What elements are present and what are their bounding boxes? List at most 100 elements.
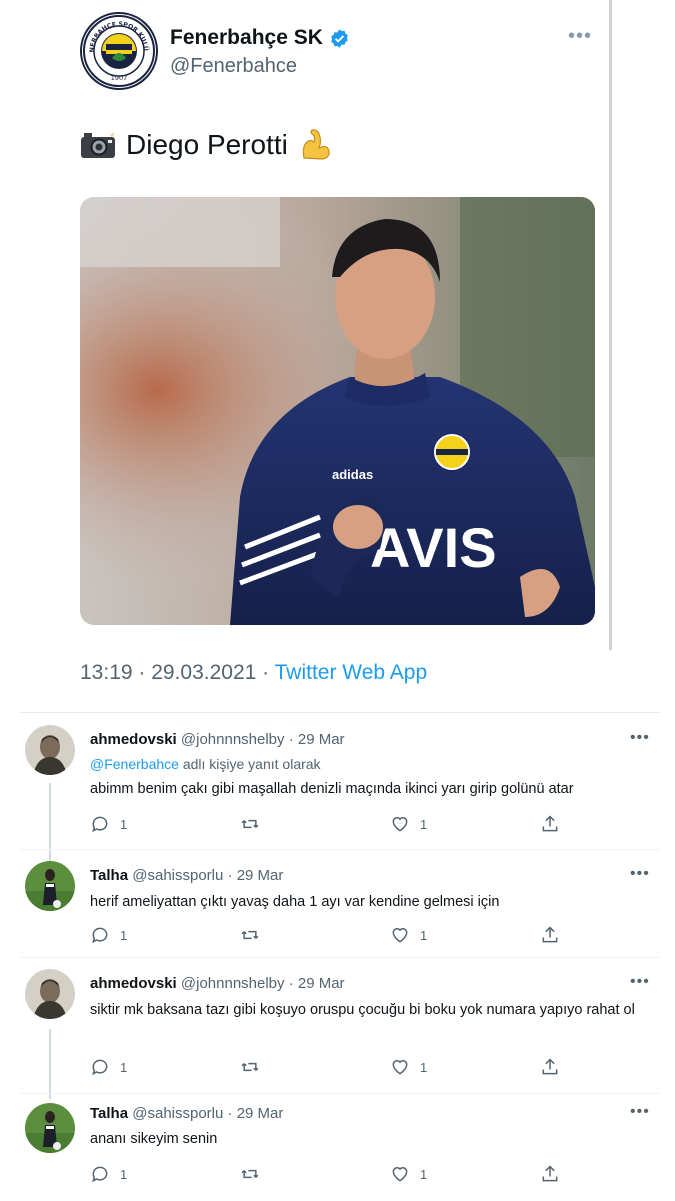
reply-header: Talha @sahissporlu · 29 Mar — [90, 867, 283, 884]
avatar[interactable] — [25, 861, 75, 911]
author-handle[interactable]: @Fenerbahce — [170, 55, 297, 78]
divider — [20, 957, 660, 958]
heart-icon — [392, 928, 408, 943]
reply-text: siktir mk baksana tazı gibi koşuyo orusp… — [90, 1002, 635, 1018]
svg-text:adidas: adidas — [332, 467, 373, 482]
like-count: 1 — [420, 927, 428, 943]
thread-line — [49, 1029, 51, 1099]
share-button[interactable] — [540, 814, 560, 834]
reply-actions: 1 1 — [90, 1057, 570, 1081]
retweet-button[interactable] — [240, 925, 260, 945]
reply-count: 1 — [120, 1166, 128, 1182]
reply-count: 1 — [120, 927, 128, 943]
like-count: 1 — [420, 816, 428, 832]
reply-text: ananı sikeyim senin — [90, 1131, 218, 1147]
camera-flash-icon — [81, 131, 115, 158]
svg-text:AVIS: AVIS — [370, 516, 497, 579]
verified-badge-icon — [331, 28, 348, 48]
tweet-text-content: Diego Perotti — [126, 129, 288, 160]
like-count: 1 — [420, 1166, 428, 1182]
reply-author-name[interactable]: ahmedovski — [90, 731, 177, 748]
reply-actions: 1 1 — [90, 814, 570, 838]
replying-to-label: adlı kişiye yanıt olarak — [178, 756, 321, 772]
heart-icon — [392, 1167, 408, 1182]
source-app-link[interactable]: Twitter Web App — [275, 661, 428, 684]
main-tweet: FENERBAHÇE SPOR KULÜBÜ 1907 Fenerbahçe S… — [0, 0, 675, 700]
reply-author-name[interactable]: Talha — [90, 1105, 128, 1122]
reply-text: abimm benim çakı gibi maşallah denizli m… — [90, 781, 574, 797]
retweet-icon — [241, 930, 259, 940]
tweet-photo[interactable]: AVIS adidas — [80, 197, 595, 625]
replying-to: @Fenerbahce adlı kişiye yanıt olarak — [90, 756, 321, 772]
share-icon — [542, 1165, 558, 1182]
retweet-icon — [241, 1169, 259, 1179]
reply-date[interactable]: · 29 Mar — [289, 731, 345, 748]
reply-author-handle[interactable]: @johnnnshelby — [181, 731, 285, 748]
retweet-button[interactable] — [240, 1164, 260, 1184]
mention-link[interactable]: @Fenerbahce — [90, 756, 179, 772]
heart-icon — [392, 817, 408, 832]
reply-text: herif ameliyattan çıktı yavaş daha 1 ayı… — [90, 894, 500, 910]
reply-header: Talha @sahissporlu · 29 Mar — [90, 1105, 283, 1122]
replies-panel: ahmedovski @johnnnshelby · 29 Mar ••• @F… — [20, 712, 660, 1201]
comment-icon — [92, 1166, 108, 1183]
heart-icon — [392, 1060, 408, 1075]
comment-icon — [92, 1059, 108, 1076]
retweet-icon — [241, 1062, 259, 1072]
flexed-biceps-icon — [302, 129, 330, 160]
comment-icon — [92, 816, 108, 833]
tweet-timestamp[interactable]: 13:19 · 29.03.2021 · — [80, 661, 275, 684]
reply-author-handle[interactable]: @johnnnshelby — [181, 975, 285, 992]
reply-date[interactable]: · 29 Mar — [228, 1105, 284, 1122]
tweet-meta: 13:19 · 29.03.2021 · Twitter Web App — [80, 661, 427, 685]
like-button[interactable]: 1 — [390, 925, 427, 945]
like-button[interactable]: 1 — [390, 1057, 427, 1077]
divider — [20, 1093, 660, 1094]
more-options-icon[interactable]: ••• — [630, 1103, 650, 1121]
more-options-icon[interactable]: ••• — [630, 865, 650, 883]
reply-button[interactable]: 1 — [90, 1057, 127, 1077]
reply-button[interactable]: 1 — [90, 814, 127, 834]
reply-date[interactable]: · 29 Mar — [228, 867, 284, 884]
reply-author-handle[interactable]: @sahissporlu — [132, 1105, 223, 1122]
reply-header: ahmedovski @johnnnshelby · 29 Mar — [90, 731, 345, 748]
share-button[interactable] — [540, 1164, 560, 1184]
share-button[interactable] — [540, 925, 560, 945]
more-options-icon[interactable]: ••• — [630, 973, 650, 991]
reply-button[interactable]: 1 — [90, 925, 127, 945]
logo-year: 1907 — [111, 74, 128, 82]
retweet-icon — [241, 819, 259, 829]
comment-icon — [92, 927, 108, 944]
avatar[interactable] — [25, 1103, 75, 1153]
reply-button[interactable]: 1 — [90, 1164, 127, 1184]
more-options-icon[interactable]: ••• — [630, 729, 650, 747]
divider — [20, 849, 660, 850]
like-button[interactable]: 1 — [390, 1164, 427, 1184]
more-options-icon[interactable]: ••• — [568, 25, 592, 48]
retweet-button[interactable] — [240, 1057, 260, 1077]
reply-author-name[interactable]: Talha — [90, 867, 128, 884]
author-name-row: Fenerbahçe SK — [170, 26, 350, 50]
reply-header: ahmedovski @johnnnshelby · 29 Mar — [90, 975, 345, 992]
like-button[interactable]: 1 — [390, 814, 427, 834]
share-button[interactable] — [540, 1057, 560, 1077]
reply-author-name[interactable]: ahmedovski — [90, 975, 177, 992]
retweet-button[interactable] — [240, 814, 260, 834]
thread-line — [49, 783, 51, 863]
reply-date[interactable]: · 29 Mar — [289, 975, 345, 992]
scrollbar[interactable] — [609, 0, 612, 650]
reply-actions: 1 1 — [90, 1164, 570, 1188]
reply-count: 1 — [120, 1059, 128, 1075]
share-icon — [542, 1058, 558, 1075]
like-count: 1 — [420, 1059, 428, 1075]
share-icon — [542, 926, 558, 943]
reply-actions: 1 1 — [90, 925, 570, 949]
reply-count: 1 — [120, 816, 128, 832]
tweet-text: Diego Perotti — [80, 128, 332, 162]
avatar[interactable] — [25, 969, 75, 1019]
share-icon — [542, 815, 558, 832]
avatar[interactable] — [25, 725, 75, 775]
author-name[interactable]: Fenerbahçe SK — [170, 26, 323, 50]
reply-author-handle[interactable]: @sahissporlu — [132, 867, 223, 884]
club-logo-avatar[interactable]: FENERBAHÇE SPOR KULÜBÜ 1907 — [80, 12, 158, 90]
